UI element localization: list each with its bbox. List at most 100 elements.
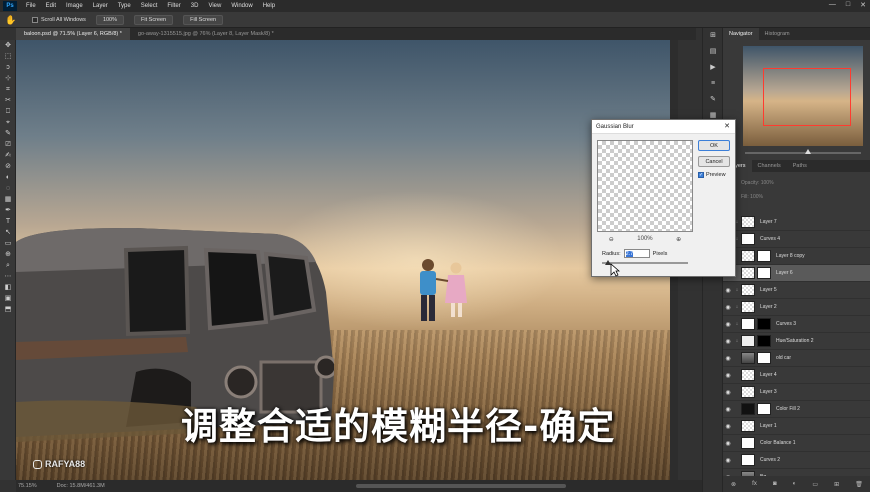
ok-button[interactable]: OK: [698, 140, 730, 151]
eraser-tool-icon[interactable]: ◐: [0, 172, 16, 183]
tab-navigator[interactable]: Navigator: [723, 28, 759, 40]
clone-stamp-tool-icon[interactable]: ✍: [0, 150, 16, 161]
layer-mask-thumbnail[interactable]: [757, 267, 771, 279]
menu-edit[interactable]: Edit: [41, 3, 61, 9]
hand-icon[interactable]: ✋: [4, 14, 18, 26]
layer-thumbnail[interactable]: [741, 437, 755, 449]
crop-tool-icon[interactable]: ⌗: [0, 84, 16, 95]
preview-checkbox-row[interactable]: ✓ Preview: [698, 172, 726, 178]
layer-row[interactable]: ◉ Layer 3: [723, 384, 870, 401]
screen-mode-icon[interactable]: ⬒: [0, 304, 16, 315]
history-brush-tool-icon[interactable]: ⊘: [0, 161, 16, 172]
opacity-control[interactable]: Opacity: 100%: [741, 180, 774, 186]
layer-mask-thumbnail[interactable]: [757, 352, 771, 364]
visibility-eye-icon[interactable]: ◉: [723, 321, 733, 328]
eyedropper-tool-icon[interactable]: ⌖: [0, 117, 16, 128]
zoom-out-icon[interactable]: ⊖: [609, 236, 614, 243]
maximize-button[interactable]: □: [846, 1, 850, 9]
visibility-eye-icon[interactable]: ◉: [723, 389, 733, 396]
tab-histogram[interactable]: Histogram: [759, 28, 796, 40]
layer-row[interactable]: ◉ Color Fill 2: [723, 401, 870, 418]
menu-image[interactable]: Image: [61, 3, 88, 9]
menu-window[interactable]: Window: [226, 3, 257, 9]
marquee-tool-icon[interactable]: ⬚: [0, 51, 16, 62]
preview-checkbox[interactable]: ✓: [698, 172, 704, 178]
layer-mask-thumbnail[interactable]: [757, 250, 771, 262]
layer-thumbnail[interactable]: [741, 216, 755, 228]
layer-thumbnail[interactable]: [741, 369, 755, 381]
zoom-tool-icon[interactable]: ⌕: [0, 260, 16, 271]
zoom-readout[interactable]: 75.15%: [18, 483, 37, 489]
navigator-view-box[interactable]: [763, 68, 851, 126]
gradient-tool-icon[interactable]: ▦: [0, 194, 16, 205]
path-select-tool-icon[interactable]: ↖: [0, 227, 16, 238]
visibility-eye-icon[interactable]: ◉: [723, 423, 733, 430]
layer-row[interactable]: ◉ Color Balance 1: [723, 435, 870, 452]
layer-row[interactable]: ◉ ↓ Layer 2: [723, 299, 870, 316]
navigator-thumbnail[interactable]: [743, 46, 863, 146]
quick-select-tool-icon[interactable]: ⊹: [0, 73, 16, 84]
horizontal-scrollbar[interactable]: [356, 484, 566, 488]
menu-file[interactable]: File: [21, 3, 41, 9]
more-tools-icon[interactable]: ⋯: [0, 271, 16, 282]
radius-input[interactable]: 2.7: [623, 249, 650, 258]
layer-row[interactable]: ◉ Curves 2: [723, 452, 870, 469]
rectangle-tool-icon[interactable]: ▭: [0, 238, 16, 249]
visibility-eye-icon[interactable]: ◉: [723, 304, 733, 311]
layer-mask-thumbnail[interactable]: [757, 335, 771, 347]
brush-panel-icon[interactable]: ✎: [703, 92, 723, 108]
layer-thumbnail[interactable]: [741, 352, 755, 364]
history-panel-icon[interactable]: ⊞: [703, 28, 723, 44]
visibility-eye-icon[interactable]: ◉: [723, 287, 733, 294]
lasso-tool-icon[interactable]: ↄ: [0, 62, 16, 73]
layer-row[interactable]: ◉ Layer 4: [723, 367, 870, 384]
navigator-slider-knob[interactable]: [805, 149, 811, 154]
hand-tool-icon[interactable]: ⊕: [0, 249, 16, 260]
layer-thumbnail[interactable]: [741, 335, 755, 347]
pen-tool-icon[interactable]: ✒: [0, 205, 16, 216]
menu-select[interactable]: Select: [136, 3, 163, 9]
menu-type[interactable]: Type: [113, 3, 136, 9]
new-layer-icon[interactable]: ⊞: [834, 481, 839, 488]
healing-tool-icon[interactable]: ✎: [0, 128, 16, 139]
layer-row[interactable]: ↓ Layer 7: [723, 214, 870, 231]
layer-thumbnail[interactable]: [741, 284, 755, 296]
visibility-eye-icon[interactable]: ◉: [723, 440, 733, 447]
layer-thumbnail[interactable]: [741, 386, 755, 398]
layer-thumbnail[interactable]: [741, 233, 755, 245]
trash-icon[interactable]: 🗑: [855, 481, 863, 488]
menu-3d[interactable]: 3D: [186, 3, 204, 9]
layer-mask-thumbnail[interactable]: [757, 318, 771, 330]
move-tool-icon[interactable]: ✥: [0, 40, 16, 51]
layer-row[interactable]: ◉ old car: [723, 350, 870, 367]
fx-icon[interactable]: fx: [752, 481, 757, 487]
visibility-eye-icon[interactable]: ◉: [723, 355, 733, 362]
fill-screen-button[interactable]: Fill Screen: [183, 14, 224, 25]
layer-mask-thumbnail[interactable]: [757, 403, 771, 415]
brush-tool-icon[interactable]: ⎚: [0, 139, 16, 150]
layer-row[interactable]: ↓ Curves 4: [723, 231, 870, 248]
add-mask-icon[interactable]: ◙: [773, 481, 777, 487]
layer-row[interactable]: ◉ ↓ Layer 5: [723, 282, 870, 299]
menu-view[interactable]: View: [203, 3, 226, 9]
fill-control[interactable]: Fill: 100%: [741, 194, 763, 200]
type-tool-icon[interactable]: T: [0, 216, 16, 227]
group-icon[interactable]: ▭: [812, 481, 818, 488]
menu-layer[interactable]: Layer: [88, 3, 113, 9]
visibility-eye-icon[interactable]: ◉: [723, 406, 733, 413]
document-canvas[interactable]: 调整合适的模糊半径-确定 RAFYA88: [16, 40, 670, 480]
zoom-in-icon[interactable]: ⊕: [676, 236, 681, 243]
navigator-zoom-slider[interactable]: [745, 149, 861, 154]
adjustment-layer-icon[interactable]: ◐: [793, 481, 797, 487]
color-swatches-icon[interactable]: ◧: [0, 282, 16, 293]
blur-preview[interactable]: [597, 140, 693, 232]
layer-thumbnail[interactable]: [741, 403, 755, 415]
layer-row[interactable]: ◉ Layer 1: [723, 418, 870, 435]
quick-mask-icon[interactable]: ▣: [0, 293, 16, 304]
layer-row[interactable]: Layer 8 copy: [723, 248, 870, 265]
properties-panel-icon[interactable]: ▤: [703, 44, 723, 60]
scroll-all-windows-checkbox[interactable]: [32, 16, 38, 23]
dialog-close-icon[interactable]: ✕: [724, 120, 730, 134]
menu-help[interactable]: Help: [258, 3, 280, 9]
close-button[interactable]: ✕: [860, 1, 866, 9]
